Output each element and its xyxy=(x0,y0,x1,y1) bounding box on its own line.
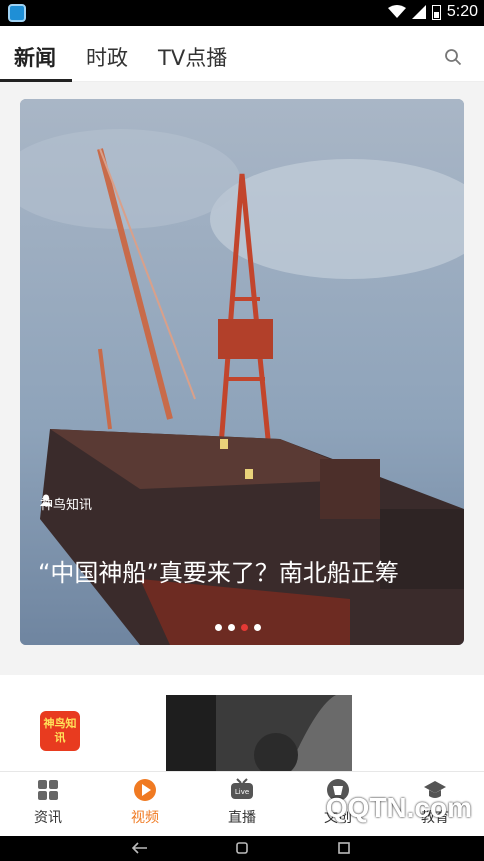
system-nav-bar xyxy=(0,836,484,861)
feed: 神鸟知讯 “中国神船”真要来了？南北船正筹 神鸟知讯 xyxy=(0,82,484,775)
grid-icon xyxy=(38,780,58,800)
carousel-dot[interactable] xyxy=(228,624,235,631)
user-icon xyxy=(40,494,52,506)
wifi-icon xyxy=(387,5,406,18)
nav-news[interactable]: 资讯 xyxy=(18,778,78,827)
back-icon[interactable] xyxy=(132,842,148,854)
nav-news-label: 资讯 xyxy=(34,810,62,826)
publisher-logo: 神鸟知讯 xyxy=(40,711,80,751)
nav-video[interactable]: 视频 xyxy=(115,778,175,827)
top-tab-bar: 新闻 时政 TV点播 xyxy=(0,26,484,82)
tab-news[interactable]: 新闻 xyxy=(14,42,56,72)
nav-video-label: 视频 xyxy=(131,810,159,826)
carousel-dot[interactable] xyxy=(254,624,261,631)
bottom-nav: 资讯 视频 Live 直播 文创 教育 QQTN.com xyxy=(0,771,484,836)
carousel-dot[interactable] xyxy=(215,624,222,631)
play-icon xyxy=(134,779,156,801)
system-icons: 5:20 xyxy=(387,3,478,21)
nav-live-label: 直播 xyxy=(228,810,256,826)
carousel-indicator xyxy=(215,624,261,631)
tab-politics[interactable]: 时政 xyxy=(86,42,128,72)
signal-icon xyxy=(411,5,426,19)
live-tv-icon: Live xyxy=(231,778,253,799)
app-notification-icon xyxy=(8,4,26,22)
video-thumbnail[interactable] xyxy=(166,695,352,775)
watermark: QQTN.com xyxy=(325,792,472,823)
svg-text:Live: Live xyxy=(235,788,249,796)
clock: 5:20 xyxy=(446,3,478,20)
feed-card[interactable]: 神鸟知讯 xyxy=(0,675,484,775)
tab-tv-on-demand[interactable]: TV点播 xyxy=(158,42,227,72)
home-icon[interactable] xyxy=(234,842,250,854)
recents-icon[interactable] xyxy=(336,842,352,854)
banner-headline[interactable]: “中国神船”真要来了？南北船正筹 xyxy=(38,553,458,588)
nav-live[interactable]: Live 直播 xyxy=(212,778,272,827)
source-label: 神鸟知讯 xyxy=(40,494,92,513)
status-bar: 5:20 xyxy=(0,0,484,26)
search-icon[interactable] xyxy=(444,48,462,66)
carousel-banner[interactable]: 神鸟知讯 “中国神船”真要来了？南北船正筹 xyxy=(20,99,464,645)
battery-icon xyxy=(431,4,441,20)
carousel-dot-active[interactable] xyxy=(241,624,248,631)
thumbnail-image xyxy=(166,695,352,775)
